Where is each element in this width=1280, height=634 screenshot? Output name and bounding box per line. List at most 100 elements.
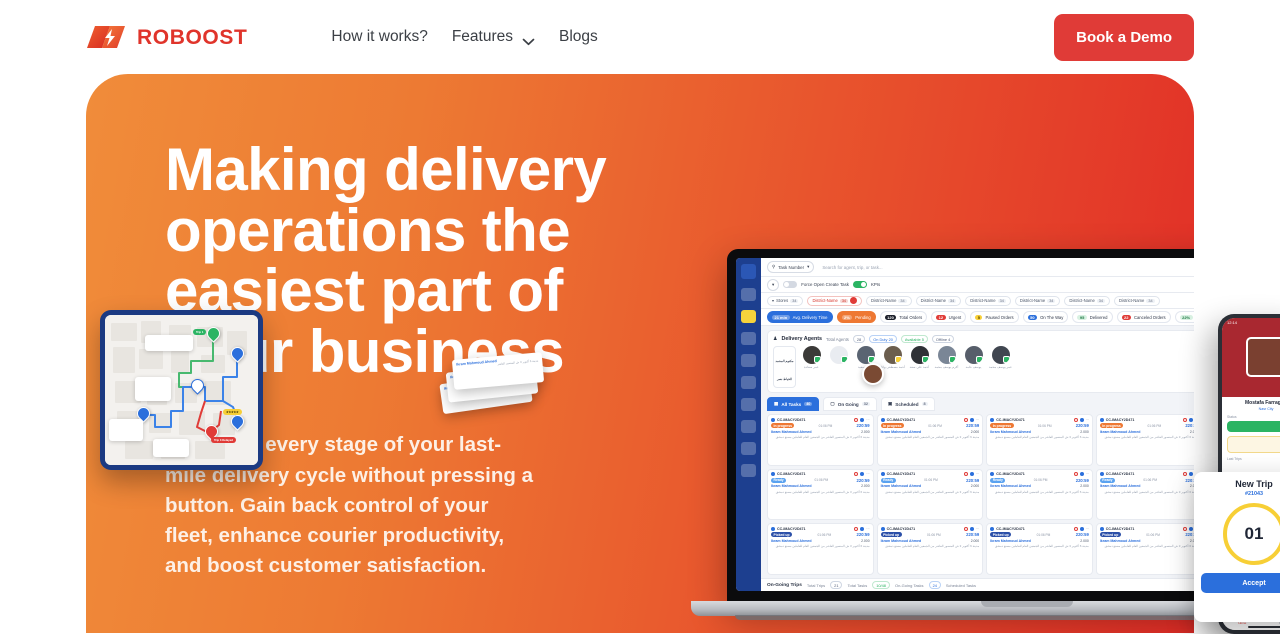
force-open-create-task-toggle[interactable] — [783, 281, 798, 288]
book-a-demo-button[interactable]: Book a Demo — [1054, 13, 1194, 61]
more-icon[interactable]: ··· — [1086, 472, 1089, 476]
map-info-card[interactable] — [109, 419, 143, 441]
nav-link-blogs[interactable]: Blogs — [559, 29, 598, 45]
dashboard-search-input[interactable]: Search for agent, trip, or task... — [819, 265, 1193, 270]
agent-item[interactable]: عمر سعادة — [800, 346, 823, 369]
task-card[interactable]: CC-IMACY2D471···Ready01:06 PM220:59Ikram… — [876, 468, 984, 521]
brand-logo[interactable]: ROBOOST — [86, 24, 247, 50]
kpi-pending[interactable]: 2% Pending — [836, 311, 876, 323]
task-card[interactable]: CC-IMACY2D471···Picked up01:06 PM220:59I… — [1095, 523, 1194, 575]
task-card[interactable]: CC-IMACY2D471···In progress01:06 PM220:5… — [767, 414, 874, 466]
filter-chip-district-1[interactable]: District-Name 34 — [866, 295, 912, 306]
cancel-icon[interactable] — [854, 526, 859, 531]
assign-icon[interactable] — [970, 526, 974, 531]
on-duty-pill[interactable]: On Duty 20 — [869, 335, 897, 343]
kpi-paused-orders[interactable]: 5 Paused Orders — [970, 311, 1019, 323]
task-number-select[interactable]: ⚲ Task Number ▾ — [767, 261, 815, 273]
tab-scheduled[interactable]: ▣ Scheduled 8 — [880, 397, 935, 411]
assign-icon[interactable] — [970, 417, 974, 422]
more-icon[interactable]: ··· — [1086, 527, 1089, 531]
filter-chip-district-2[interactable]: District-Name 34 — [915, 295, 962, 306]
more-icon[interactable]: ··· — [976, 418, 979, 422]
more-icon[interactable]: ··· — [976, 527, 979, 531]
assign-icon[interactable] — [1189, 417, 1194, 422]
filter-chip-district-3[interactable]: District-Name 34 — [965, 295, 1011, 306]
assign-icon[interactable] — [860, 472, 865, 477]
filter-chip-district-5[interactable]: District-Name 34 — [1064, 295, 1111, 306]
task-card[interactable]: CC-IMACY2D471···Picked up01:06 PM220:59I… — [767, 523, 874, 575]
task-card[interactable]: CC-IMACY2D471···In progress01:06 PM220:5… — [876, 414, 984, 466]
cancel-icon[interactable] — [1073, 417, 1078, 422]
more-icon[interactable]: ··· — [976, 472, 979, 476]
agent-item[interactable]: عمر يوسف محمد — [989, 346, 1012, 369]
task-card[interactable]: CC-IMACY2D471···Picked up01:06 PM220:59I… — [876, 523, 984, 575]
task-card[interactable]: CC-IMACY2D471···Ready01:06 PM220:59Ikram… — [1095, 468, 1194, 521]
assign-icon[interactable] — [860, 526, 865, 531]
agent-item[interactable]: محمد سعيد — [854, 346, 877, 369]
agent-item[interactable]: أكرم يوسف محمد — [935, 346, 958, 369]
cancel-icon[interactable] — [1183, 526, 1188, 531]
more-icon[interactable]: ··· — [866, 418, 869, 422]
sidebar-icon-cluster[interactable] — [741, 310, 756, 323]
cancel-icon[interactable] — [854, 472, 859, 477]
cancel-icon[interactable] — [1073, 526, 1078, 531]
sidebar-icon-courier[interactable] — [741, 354, 756, 367]
kpis-toggle[interactable] — [852, 281, 867, 288]
highlighted-agent-avatar[interactable] — [862, 363, 884, 385]
cancel-icon[interactable] — [964, 526, 968, 531]
offline-pill[interactable]: Offline 4 — [931, 335, 955, 343]
nav-link-how-it-works[interactable]: How it works? — [331, 29, 427, 45]
more-icon[interactable]: ··· — [866, 472, 869, 476]
assign-icon[interactable] — [1189, 526, 1194, 531]
map-pin-blue-icon[interactable] — [134, 404, 153, 423]
sidebar-icon-clock[interactable] — [741, 442, 756, 455]
nav-link-features[interactable]: Features — [452, 29, 535, 46]
assign-icon[interactable] — [1079, 417, 1084, 422]
more-icon[interactable]: ··· — [1086, 418, 1089, 422]
assign-icon[interactable] — [1189, 472, 1194, 477]
task-card[interactable]: CC-IMACY2D471···In progress01:06 PM220:5… — [986, 414, 1093, 466]
assign-icon[interactable] — [970, 472, 974, 477]
agent-item[interactable]: يوسف حامد — [962, 346, 985, 369]
filter-chip-district-0[interactable]: District-Name 34 — [807, 295, 863, 306]
kpi-excellent-trips[interactable]: 22% Excellent Trips — [1174, 311, 1194, 323]
cancel-icon[interactable] — [964, 417, 968, 422]
assign-icon[interactable] — [1079, 472, 1084, 477]
tab-on-going[interactable]: ▢ On Going 32 — [823, 397, 877, 411]
tab-all-tasks[interactable]: ▦ All Tasks 40 — [767, 397, 820, 411]
assign-icon[interactable] — [860, 417, 865, 422]
sidebar-icon-reports[interactable] — [741, 420, 756, 433]
cancel-icon[interactable] — [1183, 472, 1188, 477]
agent-item[interactable]: أحمد علي سعد — [908, 346, 931, 369]
kpi-total-orders[interactable]: 120 Total Orders — [879, 311, 928, 323]
task-card[interactable]: CC-IMACY2D471···Picked up01:06 PM220:59I… — [986, 523, 1093, 575]
sidebar-icon-map-grid[interactable] — [741, 376, 756, 389]
task-card[interactable]: CC-IMACY2D471···Ready01:06 PM220:59Ikram… — [986, 468, 1093, 521]
available-pill[interactable]: Available 5 — [900, 335, 928, 343]
kpi-on-the-way[interactable]: 50 On The Way — [1022, 311, 1069, 323]
cancel-icon[interactable] — [1183, 417, 1188, 422]
filter-chip-district-4[interactable]: District-Name 34 — [1014, 295, 1061, 306]
accept-trip-button[interactable]: Accept — [1201, 573, 1280, 593]
more-icon[interactable]: ··· — [866, 527, 869, 531]
cancel-icon[interactable] — [854, 417, 859, 422]
agent-item[interactable] — [827, 346, 850, 365]
kpi-canceled-orders[interactable]: 22 Canceled Orders — [1116, 311, 1171, 323]
filter-chip-stores[interactable]: ▾ Stores 34 — [767, 295, 804, 306]
sidebar-icon-agents[interactable] — [741, 398, 756, 411]
sidebar-icon-calendar[interactable] — [741, 288, 756, 301]
agent-item[interactable]: أحمد مصطفى وائل — [880, 346, 905, 369]
cancel-icon[interactable] — [1073, 472, 1078, 477]
task-card[interactable]: CC-IMACY2D471···Ready01:06 PM220:59Ikram… — [767, 468, 874, 521]
cash-in-hand-card[interactable] — [1227, 436, 1280, 453]
agent-arabic-card[interactable]: مكتوم المحمد الخياط نصر — [773, 346, 796, 388]
task-card[interactable]: CC-IMACY2D471···In progress01:06 PM220:5… — [1095, 414, 1194, 466]
kpi-delivered[interactable]: 95 Delivered — [1072, 311, 1113, 323]
kpi-avg-delivery-time[interactable]: 21 min Avg. Delivery Time — [767, 311, 833, 323]
online-status-button[interactable] — [1227, 421, 1280, 432]
sidebar-icon-orders[interactable] — [741, 332, 756, 345]
assign-icon[interactable] — [1079, 526, 1084, 531]
sidebar-icon-person-walk[interactable] — [741, 464, 756, 477]
filter-icon[interactable]: ▾ — [767, 278, 780, 291]
cancel-icon[interactable] — [964, 472, 968, 477]
